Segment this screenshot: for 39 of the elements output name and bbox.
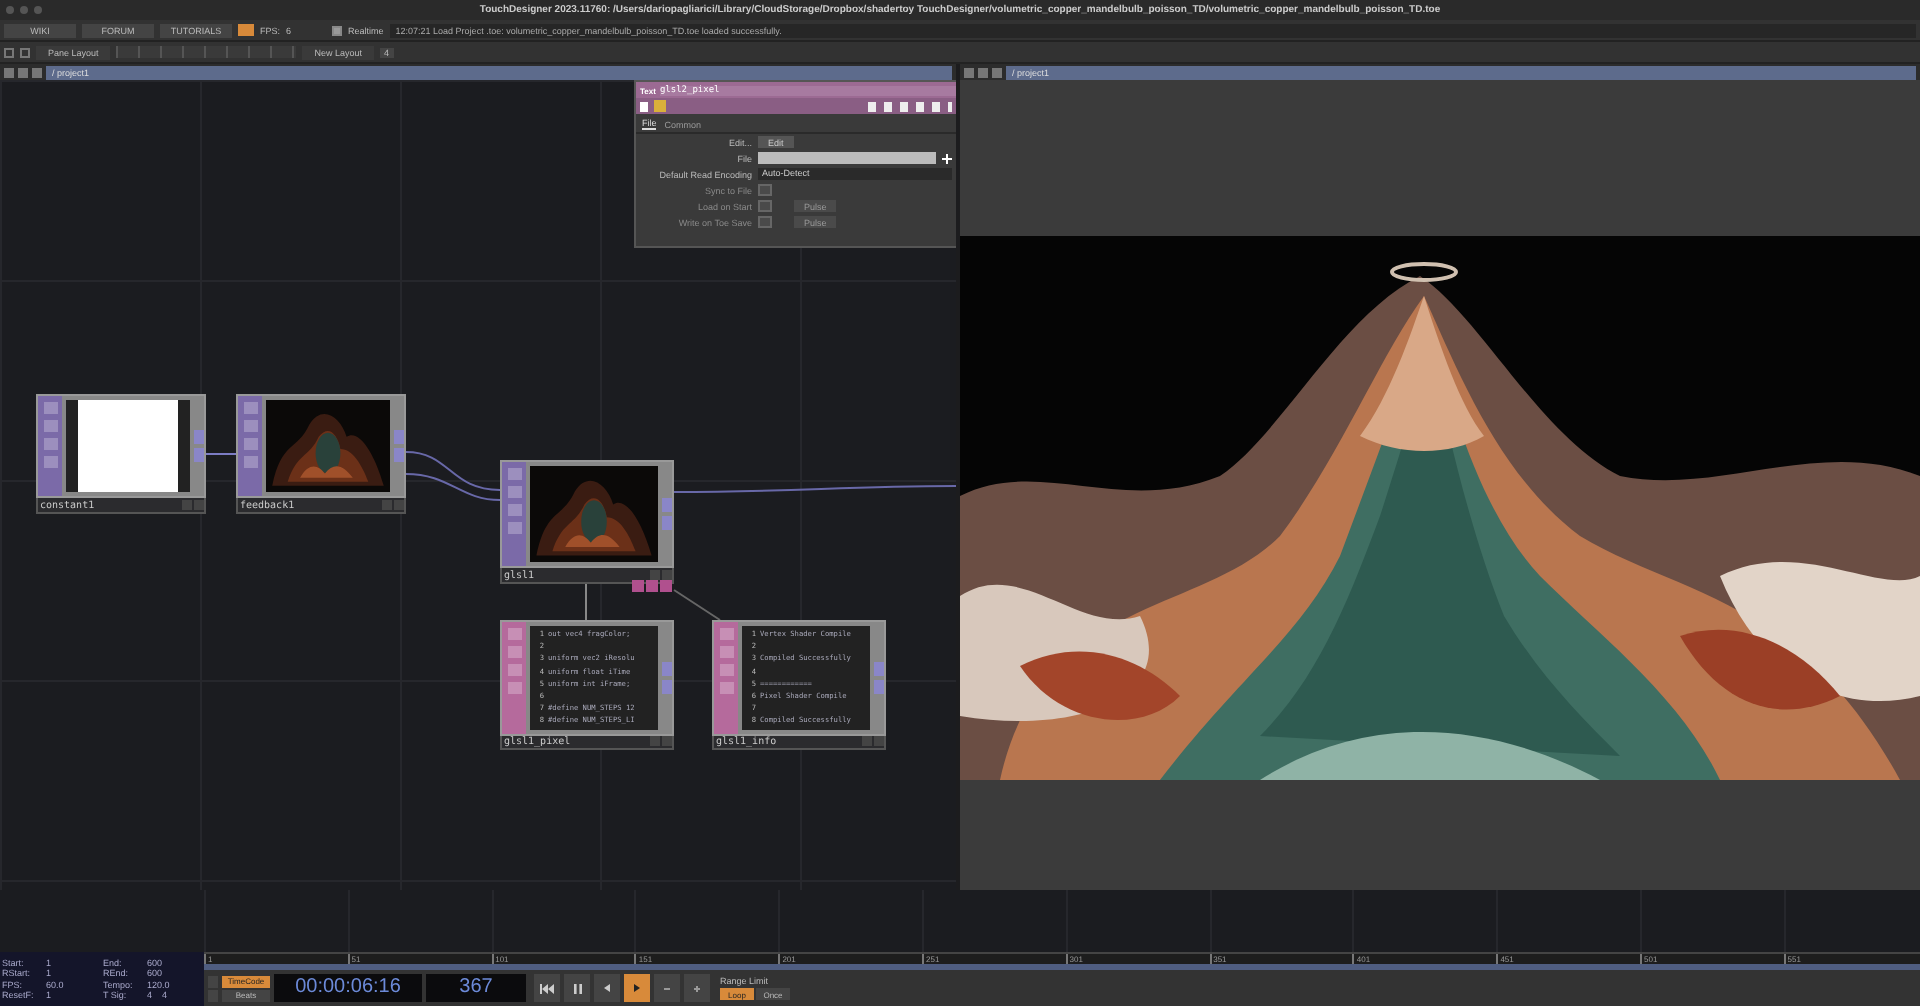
node-sidebar[interactable] [238, 396, 262, 496]
step-forward-button[interactable] [684, 974, 710, 1002]
wire [673, 589, 721, 621]
reverse-button[interactable] [594, 974, 620, 1002]
stop-button[interactable] [564, 974, 590, 1002]
play-reverse-icon [604, 984, 610, 992]
layout-icons[interactable] [116, 46, 297, 58]
rewind-button[interactable] [534, 974, 560, 1002]
realtime-checkbox[interactable] [332, 25, 343, 35]
wire [585, 583, 587, 621]
file-field[interactable] [758, 152, 936, 164]
node-flags[interactable] [632, 580, 672, 592]
pause-icon [573, 983, 581, 993]
wire [205, 453, 237, 455]
add-icon[interactable] [942, 153, 952, 163]
perform-icon[interactable] [238, 24, 254, 36]
node-footer-buttons[interactable] [650, 736, 672, 746]
wire [405, 473, 501, 501]
node-sidebar[interactable] [502, 622, 526, 733]
timecode-display[interactable]: 00:00:06:16 [274, 974, 422, 1002]
frame-display[interactable]: 367 [426, 974, 526, 1002]
node-footer-buttons[interactable] [382, 500, 404, 510]
node-footer-buttons[interactable] [862, 736, 884, 746]
rewind-icon [540, 983, 554, 993]
help-icon[interactable] [640, 101, 648, 111]
node-footer-buttons[interactable] [650, 570, 672, 580]
play-icon [634, 984, 640, 992]
wire [405, 451, 501, 491]
play-button[interactable] [624, 974, 650, 1002]
node-body[interactable] [236, 394, 406, 498]
node-sidebar[interactable] [714, 622, 738, 733]
node-footer-buttons[interactable] [182, 500, 204, 510]
node-sidebar[interactable] [502, 462, 526, 566]
node-body[interactable] [36, 394, 206, 498]
node-sidebar[interactable] [38, 396, 62, 496]
constant-preview [78, 400, 178, 492]
python-icon[interactable] [654, 100, 666, 112]
tool-icons[interactable] [868, 101, 952, 111]
node-body[interactable] [500, 460, 674, 568]
